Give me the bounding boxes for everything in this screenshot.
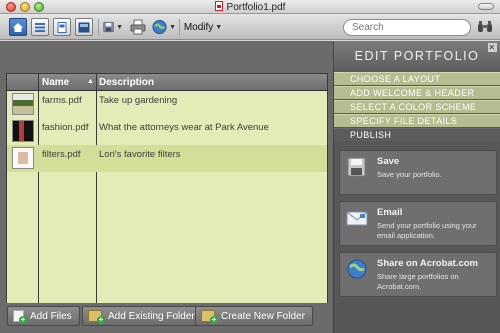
share-button[interactable]: ▼ bbox=[152, 18, 176, 36]
save-icon bbox=[103, 21, 114, 33]
table-row[interactable]: filters.pdf Lori's favorite filters bbox=[7, 145, 327, 172]
file-name: filters.pdf bbox=[42, 149, 81, 160]
save-card[interactable]: Save Save your portfolio. bbox=[339, 150, 497, 195]
search-input[interactable] bbox=[343, 19, 471, 36]
binoculars-icon[interactable] bbox=[477, 21, 493, 33]
print-icon bbox=[130, 19, 146, 35]
title-bar: Portfolio1.pdf bbox=[0, 0, 500, 14]
email-card[interactable]: Email Send your portfolio using your ema… bbox=[339, 201, 497, 246]
layout-view-icon bbox=[78, 22, 90, 32]
modify-label: Modify bbox=[183, 21, 214, 33]
file-thumbnail bbox=[12, 120, 34, 142]
create-new-folder-button[interactable]: + Create New Folder bbox=[195, 306, 313, 326]
chevron-down-icon: ▼ bbox=[169, 23, 176, 31]
detail-view-button[interactable] bbox=[31, 18, 49, 36]
save-toolbar-button[interactable]: ▼ bbox=[103, 18, 123, 36]
file-list-panel: Name ▲ Description farms.pdf Take up gar… bbox=[0, 41, 333, 333]
file-description: What the attorneys wear at Park Avenue bbox=[99, 122, 269, 133]
add-files-button[interactable]: + Add Files bbox=[7, 306, 80, 326]
modify-menu-button[interactable]: Modify ▼ bbox=[183, 18, 223, 36]
table-header: Name ▲ Description bbox=[7, 74, 327, 91]
menu-item-publish[interactable]: PUBLISH bbox=[334, 128, 500, 141]
bottom-button-bar: + Add Files + Add Existing Folder + Crea… bbox=[0, 303, 333, 333]
file-table: Name ▲ Description farms.pdf Take up gar… bbox=[6, 73, 328, 333]
floppy-disk-icon bbox=[347, 157, 366, 177]
menu-item-add-welcome-header[interactable]: ADD WELCOME & HEADER bbox=[334, 86, 500, 99]
panel-title: EDIT PORTFOLIO bbox=[354, 49, 480, 63]
card-description: Send your portfolio using your email app… bbox=[377, 221, 477, 240]
chevron-down-icon: ▼ bbox=[215, 23, 223, 31]
card-description: Save your portfolio. bbox=[377, 170, 442, 179]
envelope-icon bbox=[346, 211, 368, 226]
add-existing-folder-label: Add Existing Folder bbox=[108, 310, 195, 322]
menu-item-specify-file-details[interactable]: SPECIFY FILE DETAILS bbox=[334, 114, 500, 127]
new-folder-icon: + bbox=[201, 310, 218, 324]
toolbar-separator bbox=[98, 19, 99, 35]
detail-view-icon bbox=[35, 22, 45, 32]
table-row[interactable]: fashion.pdf What the attorneys wear at P… bbox=[7, 118, 327, 145]
file-description: Lori's favorite filters bbox=[99, 149, 181, 160]
file-name: farms.pdf bbox=[42, 95, 82, 106]
window-title: Portfolio1.pdf bbox=[226, 2, 286, 13]
page-view-button[interactable] bbox=[53, 18, 71, 36]
table-row[interactable]: farms.pdf Take up gardening bbox=[7, 91, 327, 118]
window-title-wrap: Portfolio1.pdf bbox=[0, 1, 500, 13]
file-thumbnail bbox=[12, 147, 34, 169]
share-acrobat-card[interactable]: Share on Acrobat.com Share large portfol… bbox=[339, 252, 497, 297]
toolbar-separator bbox=[179, 19, 180, 35]
column-header-name[interactable]: Name bbox=[42, 77, 69, 88]
print-button[interactable] bbox=[129, 18, 147, 36]
file-name: fashion.pdf bbox=[42, 122, 89, 133]
toolbar: ▼ ▼ Modify ▼ bbox=[0, 14, 500, 40]
toolbar-toggle-button[interactable] bbox=[478, 3, 494, 10]
add-file-icon: + bbox=[13, 310, 27, 324]
close-icon[interactable]: ✕ bbox=[488, 43, 497, 52]
home-icon bbox=[13, 22, 23, 32]
file-thumbnail bbox=[12, 93, 34, 115]
edit-portfolio-panel: EDIT PORTFOLIO ✕ CHOOSE A LAYOUT ADD WEL… bbox=[333, 41, 500, 333]
add-existing-folder-button[interactable]: + Add Existing Folder bbox=[82, 306, 203, 326]
home-view-button[interactable] bbox=[9, 18, 27, 36]
share-globe-icon bbox=[152, 19, 167, 35]
card-description: Share large portfolios on Acrobat.com. bbox=[377, 272, 459, 291]
column-header-description[interactable]: Description bbox=[99, 77, 154, 88]
globe-icon bbox=[347, 259, 367, 279]
add-files-label: Add Files bbox=[30, 310, 72, 322]
page-view-icon bbox=[57, 21, 67, 33]
card-title: Save bbox=[377, 156, 400, 167]
create-new-folder-label: Create New Folder bbox=[221, 310, 305, 322]
layout-view-button[interactable] bbox=[75, 18, 93, 36]
add-folder-icon: + bbox=[88, 310, 105, 324]
card-title: Email bbox=[377, 207, 403, 218]
menu-item-choose-layout[interactable]: CHOOSE A LAYOUT bbox=[334, 72, 500, 85]
file-description: Take up gardening bbox=[99, 95, 178, 106]
card-title: Share on Acrobat.com bbox=[377, 258, 479, 269]
menu-item-select-color-scheme[interactable]: SELECT A COLOR SCHEME bbox=[334, 100, 500, 113]
panel-header: EDIT PORTFOLIO ✕ bbox=[334, 41, 500, 72]
sort-ascending-icon: ▲ bbox=[87, 78, 94, 85]
chevron-down-icon: ▼ bbox=[116, 23, 123, 31]
pdf-document-icon bbox=[214, 1, 223, 11]
